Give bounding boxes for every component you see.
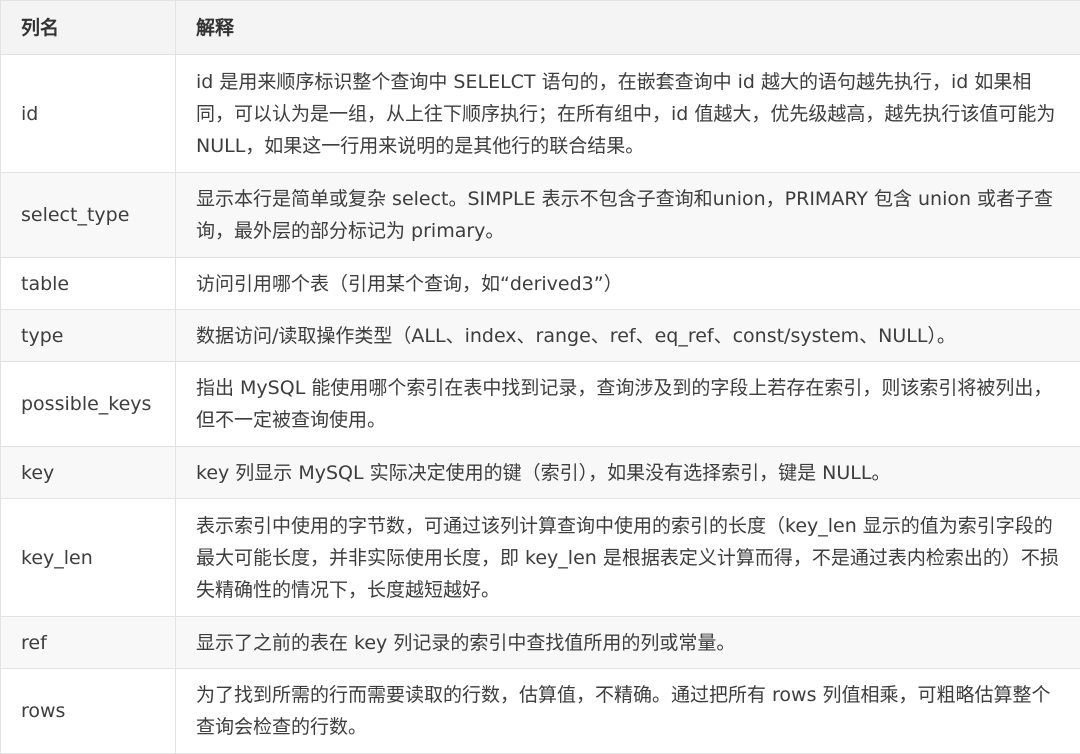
column-name-cell: possible_keys: [1, 362, 176, 447]
header-explanation: 解释: [176, 1, 1080, 55]
table-row: id id 是用来顺序标识整个查询中 SELELCT 语句的，在嵌套查询中 id…: [1, 55, 1080, 173]
column-name-cell: type: [1, 310, 176, 362]
table-row: type 数据访问/读取操作类型（ALL、index、range、ref、eq_…: [1, 310, 1080, 362]
header-row: 列名 解释: [1, 1, 1080, 55]
column-name-cell: key_len: [1, 499, 176, 617]
column-name-cell: rows: [1, 669, 176, 754]
explanation-cell: 指出 MySQL 能使用哪个索引在表中找到记录，查询涉及到的字段上若存在索引，则…: [176, 362, 1080, 447]
table-row: possible_keys 指出 MySQL 能使用哪个索引在表中找到记录，查询…: [1, 362, 1080, 447]
table-row: rows 为了找到所需的行而需要读取的行数，估算值，不精确。通过把所有 rows…: [1, 669, 1080, 754]
explanation-cell: 为了找到所需的行而需要读取的行数，估算值，不精确。通过把所有 rows 列值相乘…: [176, 669, 1080, 754]
explanation-cell: 数据访问/读取操作类型（ALL、index、range、ref、eq_ref、c…: [176, 310, 1080, 362]
explanation-cell: id 是用来顺序标识整个查询中 SELELCT 语句的，在嵌套查询中 id 越大…: [176, 55, 1080, 173]
column-name-cell: id: [1, 55, 176, 173]
column-name-cell: key: [1, 447, 176, 499]
table-row: key key 列显示 MySQL 实际决定使用的键（索引），如果没有选择索引，…: [1, 447, 1080, 499]
column-name-cell: table: [1, 258, 176, 310]
explanation-cell: 访问引用哪个表（引用某个查询，如“derived3”）: [176, 258, 1080, 310]
explain-columns-table: 列名 解释 id id 是用来顺序标识整个查询中 SELELCT 语句的，在嵌套…: [0, 0, 1080, 754]
explanation-cell: 表示索引中使用的字节数，可通过该列计算查询中使用的索引的长度（key_len 显…: [176, 499, 1080, 617]
table-row: select_type 显示本行是简单或复杂 select。SIMPLE 表示不…: [1, 173, 1080, 258]
explanation-cell: 显示了之前的表在 key 列记录的索引中查找值所用的列或常量。: [176, 617, 1080, 669]
header-column-name: 列名: [1, 1, 176, 55]
column-name-cell: select_type: [1, 173, 176, 258]
table-body: id id 是用来顺序标识整个查询中 SELELCT 语句的，在嵌套查询中 id…: [1, 55, 1080, 754]
table-row: table 访问引用哪个表（引用某个查询，如“derived3”）: [1, 258, 1080, 310]
explanation-cell: 显示本行是简单或复杂 select。SIMPLE 表示不包含子查询和union，…: [176, 173, 1080, 258]
column-name-cell: ref: [1, 617, 176, 669]
table-row: ref 显示了之前的表在 key 列记录的索引中查找值所用的列或常量。: [1, 617, 1080, 669]
table-header: 列名 解释: [1, 1, 1080, 55]
explanation-cell: key 列显示 MySQL 实际决定使用的键（索引），如果没有选择索引，键是 N…: [176, 447, 1080, 499]
table-row: key_len 表示索引中使用的字节数，可通过该列计算查询中使用的索引的长度（k…: [1, 499, 1080, 617]
